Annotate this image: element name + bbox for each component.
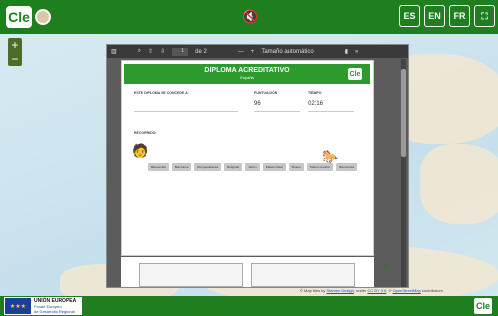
diploma-page-2 (121, 257, 374, 287)
diploma-title: DIPLOMA ACREDITATIVO (204, 67, 290, 74)
logo-badge-icon (35, 9, 51, 25)
osm-link[interactable]: OpenStreetMap (393, 288, 421, 293)
horse-icon: 🐎 (322, 149, 339, 164)
route-chip: Museo (288, 163, 304, 171)
footer-logo[interactable]: Cle (474, 298, 492, 314)
previous-page-icon[interactable]: ⇧ (148, 48, 153, 55)
attribution-suffix: contributors (420, 288, 443, 293)
zoom-control: + − (8, 38, 22, 66)
score-underline (254, 111, 300, 112)
score-label: PUNTUACIÓN (254, 91, 278, 95)
stamen-link[interactable]: Stamen Design (327, 288, 354, 293)
diploma-logo: Cle (348, 68, 362, 80)
zoom-out-button[interactable]: − (8, 52, 22, 66)
route-chip: Bienvenida (336, 163, 357, 171)
zoom-out-icon[interactable]: — (238, 49, 244, 55)
app-logo[interactable]: Cle Aventura (6, 4, 58, 30)
zoom-in-icon[interactable]: + (251, 49, 255, 55)
route-chip: Barcelona (171, 163, 192, 171)
license-link[interactable]: CC BY 3.0 (367, 288, 386, 293)
attribution-mid: , under (353, 288, 368, 293)
next-arrow-icon[interactable]: › (384, 259, 388, 273)
route-chip: Bolígrafo (224, 163, 243, 171)
route-chip: Jarrón (245, 163, 260, 171)
diploma-page: DIPLOMA ACREDITATIVO España Cle ESTE DIP… (121, 60, 374, 256)
route-label: RECORRIDO: (134, 131, 157, 135)
next-page-icon[interactable]: ⇩ (160, 48, 165, 55)
top-button-3[interactable]: FR (449, 5, 470, 27)
sidebar-toggle-icon[interactable]: ▥ (111, 48, 117, 55)
attribution-prefix: © Map tiles by (300, 288, 327, 293)
page2-map-right (251, 263, 355, 287)
eu-flag-icon: ★★★ (5, 298, 31, 314)
time-underline (308, 111, 354, 112)
name-label: ESTE DIPLOMA SE CONCEDE A: (134, 91, 189, 95)
explorer-figure-icon: 🧑 (132, 143, 149, 158)
page-count: de 2 (195, 48, 207, 55)
search-icon[interactable]: ⌕ (138, 48, 141, 55)
top-bar: Cle Aventura 🔇 ES EN FR ⛶ (0, 0, 498, 34)
name-underline (134, 111, 238, 112)
eu-text: UNIÓN EUROPEA Fondo Europeo de Desarroll… (34, 298, 76, 315)
route-chip: Palacio Real (262, 163, 286, 171)
time-label: TIEMPO (308, 91, 322, 95)
route-chip: Rompecabezas (194, 163, 222, 171)
scrollbar-thumb[interactable] (401, 69, 406, 157)
map-land (420, 144, 498, 224)
diploma-subtitle: España (240, 75, 254, 80)
page-number-input[interactable]: 1 (172, 47, 189, 56)
diploma-header: DIPLOMA ACREDITATIVO España Cle (124, 64, 370, 84)
top-button-1[interactable]: ES (399, 5, 420, 27)
route-chip: Bienvenida (148, 163, 169, 171)
score-value: 96 (254, 101, 261, 107)
pdf-toolbar: ▥ ⌕ ⇧ ⇩ 1 de 2 — + Tamaño automático ▮ » (107, 45, 408, 58)
bookmark-icon[interactable]: ▮ (345, 48, 348, 55)
page-number-value: 1 (181, 47, 184, 54)
eu-logo[interactable]: ★★★ UNIÓN EUROPEA Fondo Europeo de Desar… (4, 297, 82, 315)
zoom-select[interactable]: Tamaño automático (261, 49, 313, 55)
zoom-in-button[interactable]: + (8, 38, 22, 52)
viewer-scrollbar[interactable] (401, 59, 406, 287)
fullscreen-button[interactable]: ⛶ (474, 5, 495, 27)
top-button-2[interactable]: EN (424, 5, 445, 27)
eu-line2: de Desarrollo Regional (34, 309, 75, 314)
page2-map-left (139, 263, 243, 287)
logo-subtitle: Aventura (8, 24, 28, 30)
map-attribution: © Map tiles by Stamen Design, under CC B… (300, 288, 443, 293)
pdf-viewer: ▥ ⌕ ⇧ ⇩ 1 de 2 — + Tamaño automático ▮ »… (106, 44, 409, 288)
mute-icon[interactable]: 🔇 (242, 9, 258, 25)
more-tools-icon[interactable]: » (355, 49, 358, 55)
time-value: 02:16 (308, 101, 324, 107)
